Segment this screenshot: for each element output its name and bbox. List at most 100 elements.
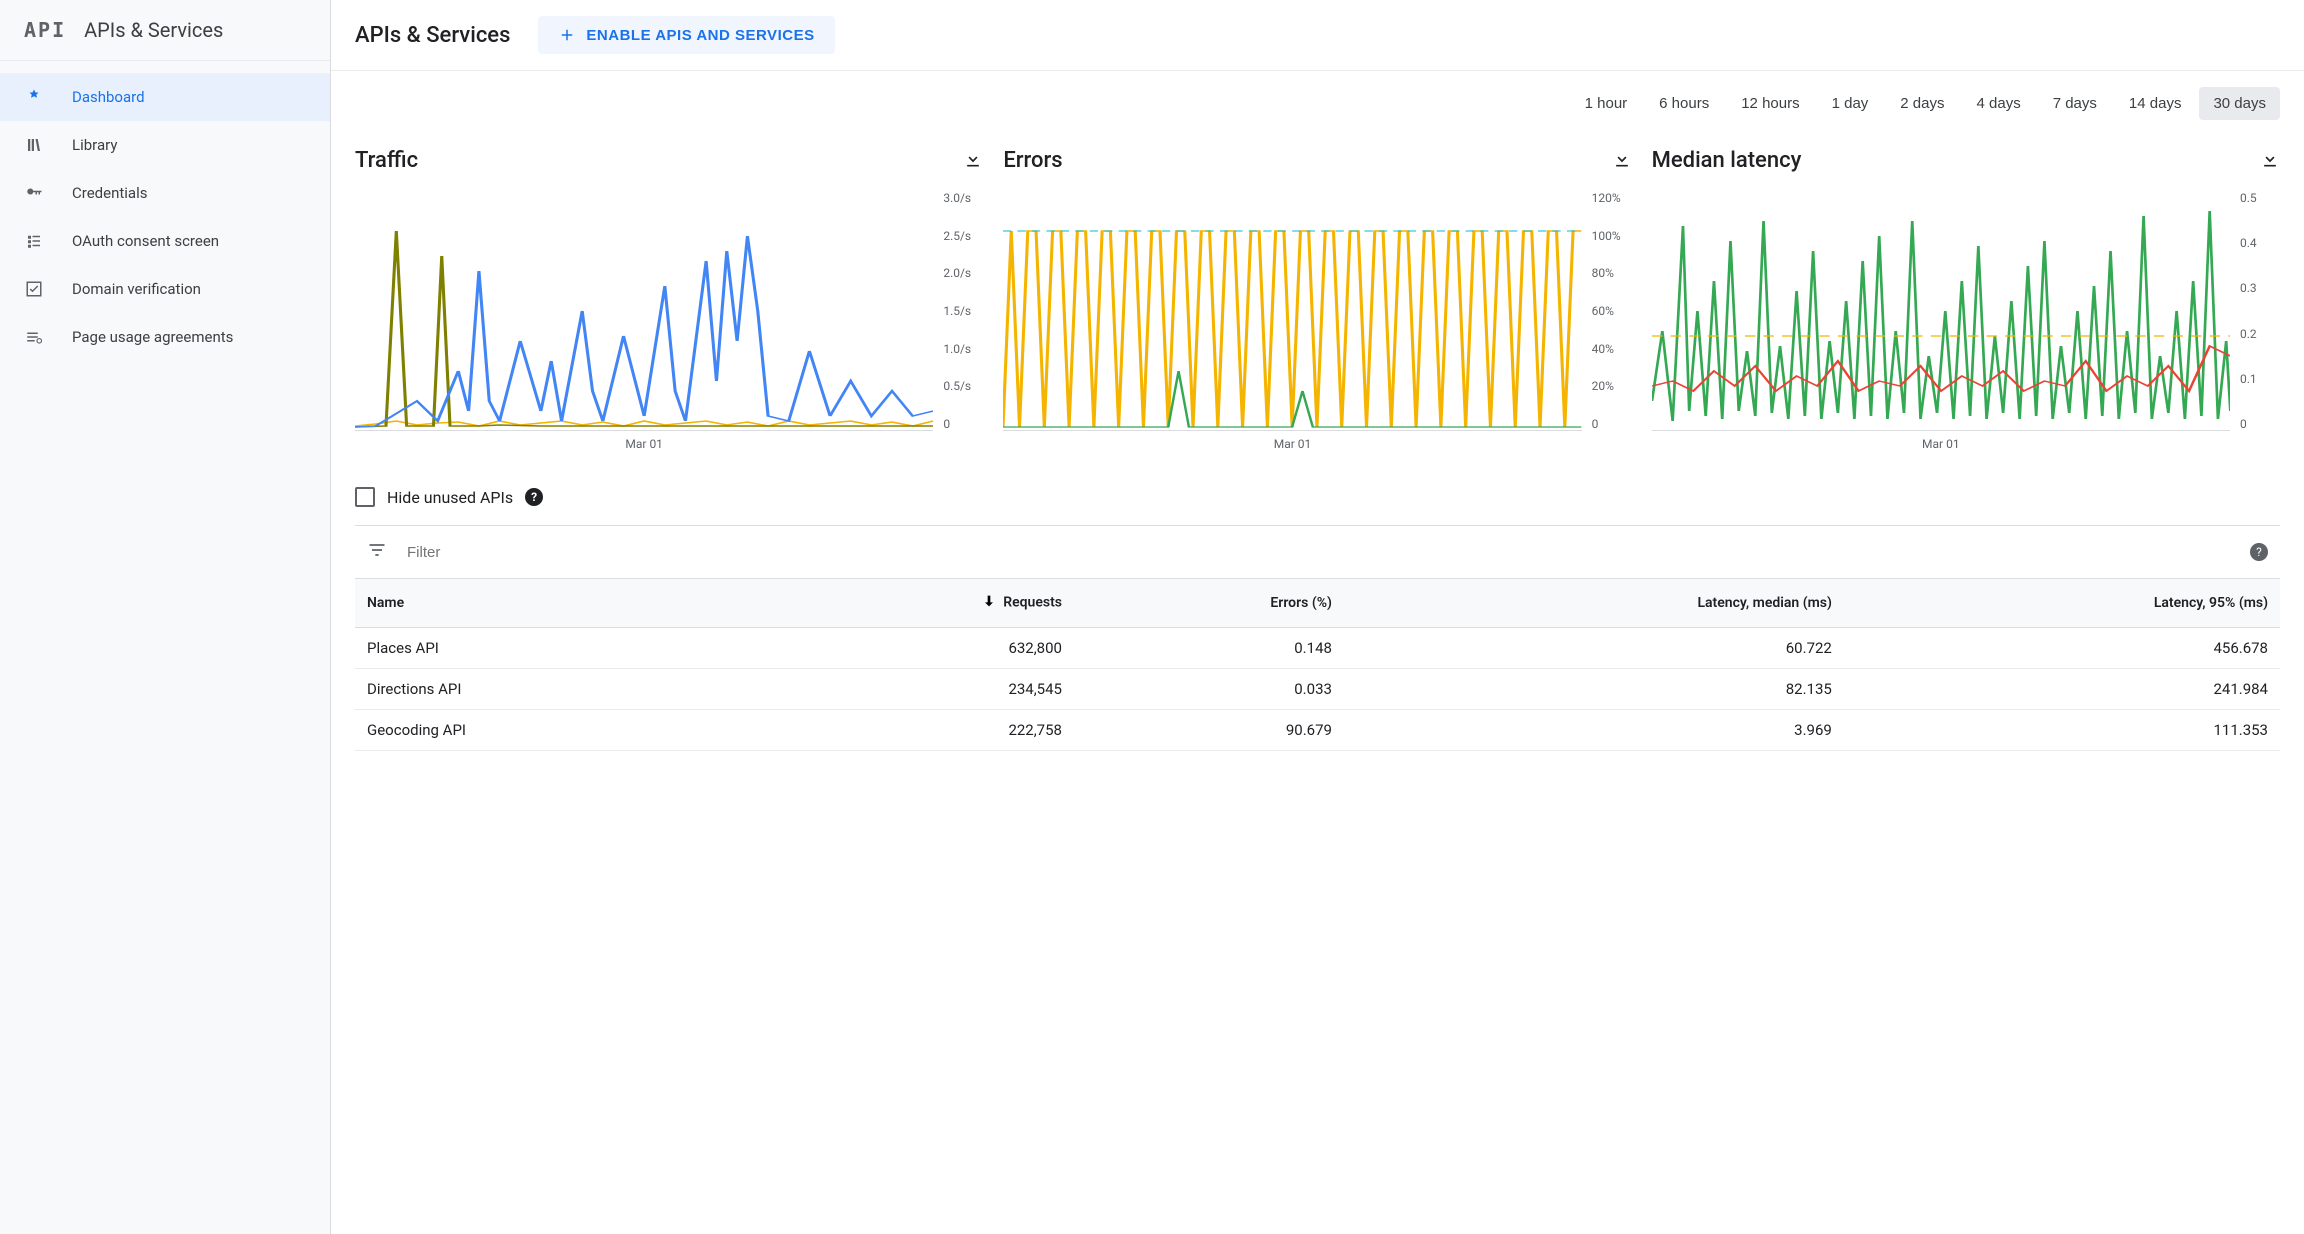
hide-unused-label: Hide unused APIs xyxy=(387,488,513,507)
col-latency-median[interactable]: Latency, median (ms) xyxy=(1344,579,1844,628)
sidebar-item-label: Credentials xyxy=(72,184,147,202)
main-content: APIs & Services ENABLE APIS AND SERVICES… xyxy=(331,0,2304,1234)
y-tick: 0 xyxy=(2240,417,2280,431)
api-table-wrap: ? Name Requests Errors (%) Latency, medi… xyxy=(331,525,2304,751)
key-icon xyxy=(24,183,44,203)
sidebar-title: APIs & Services xyxy=(84,18,223,42)
download-icon[interactable] xyxy=(1612,149,1632,173)
y-tick: 0 xyxy=(1592,417,1632,431)
library-icon xyxy=(24,135,44,155)
cell-latency-95: 241.984 xyxy=(1844,669,2280,710)
cell-latency-95: 456.678 xyxy=(1844,628,2280,669)
chart-plot xyxy=(355,191,933,431)
charts-row: Traffic 3.0/s2.5/s2.0/s1.5/s1.0 xyxy=(331,128,2304,459)
table-row[interactable]: Places API632,8000.14860.722456.678 xyxy=(355,628,2280,669)
hide-unused-checkbox[interactable] xyxy=(355,487,375,507)
cell-latency-median: 82.135 xyxy=(1344,669,1844,710)
api-logo: API xyxy=(24,18,66,42)
col-name[interactable]: Name xyxy=(355,579,743,628)
time-range-7-days[interactable]: 7 days xyxy=(2039,87,2111,120)
sidebar-item-credentials[interactable]: Credentials xyxy=(0,169,330,217)
cell-requests: 632,800 xyxy=(743,628,1074,669)
sidebar: API APIs & Services Dashboard Library xyxy=(0,0,331,1234)
chart-latency: Median latency 0.50.40.30.20.10 xyxy=(1652,148,2280,451)
y-tick: 0.5/s xyxy=(943,379,983,393)
cell-name: Geocoding API xyxy=(355,710,743,751)
sidebar-item-page-usage[interactable]: Page usage agreements xyxy=(0,313,330,361)
chart-errors: Errors 120%100%80%60%40%20%0 xyxy=(1003,148,1631,451)
sidebar-item-label: OAuth consent screen xyxy=(72,232,219,250)
y-tick: 20% xyxy=(1592,379,1632,393)
y-tick: 40% xyxy=(1592,342,1632,356)
page-title: APIs & Services xyxy=(355,23,510,48)
time-range-4-days[interactable]: 4 days xyxy=(1963,87,2035,120)
enable-apis-button[interactable]: ENABLE APIS AND SERVICES xyxy=(538,16,834,54)
cell-errors: 0.148 xyxy=(1074,628,1344,669)
hide-unused-row: Hide unused APIs ? xyxy=(331,459,2304,525)
time-range-1-hour[interactable]: 1 hour xyxy=(1571,87,1642,120)
cell-requests: 222,758 xyxy=(743,710,1074,751)
sidebar-item-label: Page usage agreements xyxy=(72,328,233,346)
time-range-6-hours[interactable]: 6 hours xyxy=(1645,87,1723,120)
y-tick: 1.5/s xyxy=(943,304,983,318)
time-range-14-days[interactable]: 14 days xyxy=(2115,87,2196,120)
cell-latency-median: 60.722 xyxy=(1344,628,1844,669)
y-tick: 3.0/s xyxy=(943,191,983,205)
chart-traffic: Traffic 3.0/s2.5/s2.0/s1.5/s1.0 xyxy=(355,148,983,451)
chart-yaxis: 3.0/s2.5/s2.0/s1.5/s1.0/s0.5/s0 xyxy=(937,191,983,431)
table-row[interactable]: Geocoding API222,75890.6793.969111.353 xyxy=(355,710,2280,751)
time-range-12-hours[interactable]: 12 hours xyxy=(1727,87,1813,120)
time-range-2-days[interactable]: 2 days xyxy=(1886,87,1958,120)
consent-icon xyxy=(24,231,44,251)
download-icon[interactable] xyxy=(963,149,983,173)
sidebar-item-dashboard[interactable]: Dashboard xyxy=(0,73,330,121)
chart-xaxis: Mar 01 xyxy=(355,437,933,451)
y-tick: 0 xyxy=(943,417,983,431)
chart-title: Median latency xyxy=(1652,148,1802,173)
y-tick: 0.2 xyxy=(2240,327,2280,341)
y-tick: 2.0/s xyxy=(943,266,983,280)
filter-input[interactable] xyxy=(407,544,2230,561)
download-icon[interactable] xyxy=(2260,149,2280,173)
col-latency-95[interactable]: Latency, 95% (ms) xyxy=(1844,579,2280,628)
chart-xaxis: Mar 01 xyxy=(1003,437,1581,451)
api-table: Name Requests Errors (%) Latency, median… xyxy=(355,578,2280,751)
table-row[interactable]: Directions API234,5450.03382.135241.984 xyxy=(355,669,2280,710)
plus-icon xyxy=(558,26,576,44)
y-tick: 0.5 xyxy=(2240,191,2280,205)
main-header: APIs & Services ENABLE APIS AND SERVICES xyxy=(331,0,2304,71)
help-icon[interactable]: ? xyxy=(2250,543,2268,561)
cell-errors: 0.033 xyxy=(1074,669,1344,710)
dashboard-icon xyxy=(24,87,44,107)
cell-name: Directions API xyxy=(355,669,743,710)
settings-icon xyxy=(24,327,44,347)
time-range-selector: 1 hour6 hours12 hours1 day2 days4 days7 … xyxy=(331,71,2304,128)
sidebar-item-label: Library xyxy=(72,136,117,154)
y-tick: 0.1 xyxy=(2240,372,2280,386)
chart-plot xyxy=(1003,191,1581,431)
sidebar-item-library[interactable]: Library xyxy=(0,121,330,169)
chart-title: Traffic xyxy=(355,148,418,173)
cell-name: Places API xyxy=(355,628,743,669)
table-header-row: Name Requests Errors (%) Latency, median… xyxy=(355,579,2280,628)
y-tick: 100% xyxy=(1592,229,1632,243)
y-tick: 0.4 xyxy=(2240,236,2280,250)
time-range-30-days[interactable]: 30 days xyxy=(2199,87,2280,120)
filter-icon[interactable] xyxy=(367,540,387,564)
chart-yaxis: 120%100%80%60%40%20%0 xyxy=(1586,191,1632,431)
time-range-1-day[interactable]: 1 day xyxy=(1818,87,1883,120)
chart-title: Errors xyxy=(1003,148,1062,173)
sidebar-item-domain[interactable]: Domain verification xyxy=(0,265,330,313)
enable-label: ENABLE APIS AND SERVICES xyxy=(586,27,814,44)
sort-desc-icon xyxy=(981,593,997,613)
y-tick: 1.0/s xyxy=(943,342,983,356)
chart-yaxis: 0.50.40.30.20.10 xyxy=(2234,191,2280,431)
col-requests[interactable]: Requests xyxy=(743,579,1074,628)
sidebar-item-oauth[interactable]: OAuth consent screen xyxy=(0,217,330,265)
col-errors[interactable]: Errors (%) xyxy=(1074,579,1344,628)
sidebar-header: API APIs & Services xyxy=(0,0,330,61)
help-icon[interactable]: ? xyxy=(525,488,543,506)
cell-latency-95: 111.353 xyxy=(1844,710,2280,751)
chart-xaxis: Mar 01 xyxy=(1652,437,2230,451)
chart-plot xyxy=(1652,191,2230,431)
